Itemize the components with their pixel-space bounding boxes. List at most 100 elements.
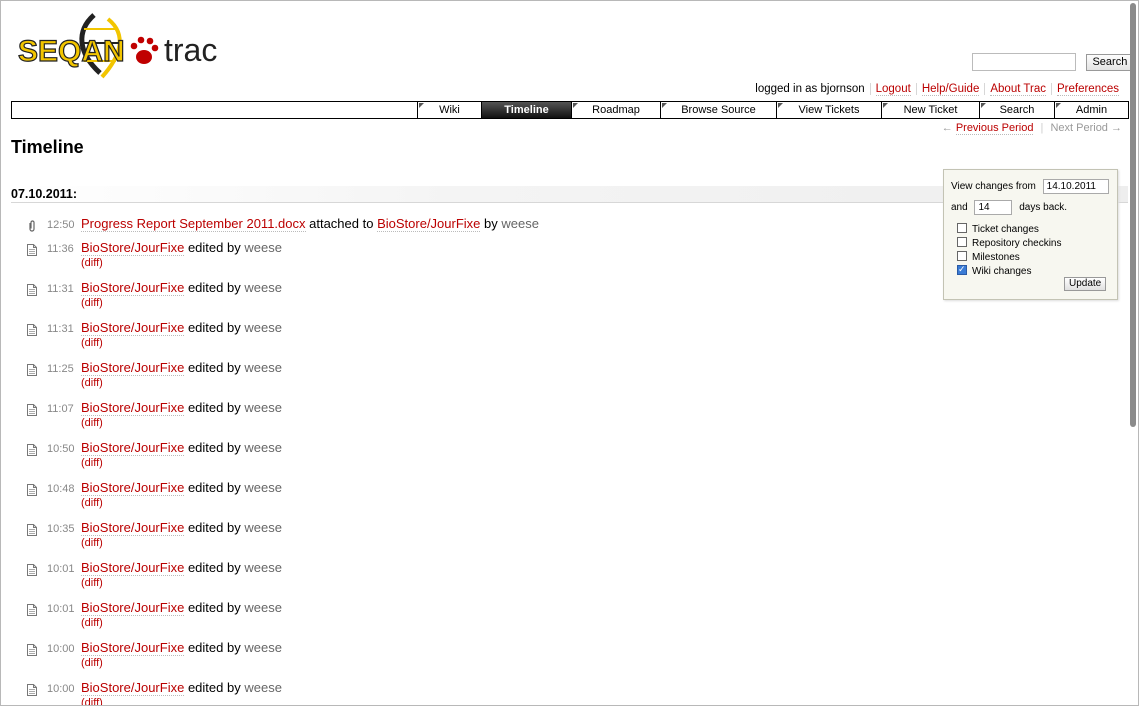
event-author: weese xyxy=(244,280,282,295)
event-author: weese xyxy=(244,640,282,655)
wiki-page-icon xyxy=(27,603,37,616)
tab-admin[interactable]: Admin xyxy=(1054,102,1128,118)
diff-link[interactable]: (diff) xyxy=(81,377,103,389)
event-time: 10:35 xyxy=(47,523,75,535)
event-link[interactable]: BioStore/JourFixe xyxy=(81,480,185,496)
event-description: BioStore/JourFixe edited by weese xyxy=(81,360,282,376)
event-link[interactable]: BioStore/JourFixe xyxy=(81,280,185,296)
wiki-changes-checkbox[interactable] xyxy=(957,263,967,275)
scrollbar-thumb[interactable] xyxy=(1130,3,1136,427)
event-link[interactable]: BioStore/JourFixe xyxy=(81,680,185,696)
wiki-page-icon xyxy=(27,363,37,376)
event-link[interactable]: BioStore/JourFixe xyxy=(81,360,185,376)
event-link[interactable]: BioStore/JourFixe xyxy=(81,640,185,656)
tab-timeline[interactable]: Timeline xyxy=(481,102,571,118)
timeline-event-wiki: 11:07 BioStore/JourFixe edited by weese (d… xyxy=(27,400,927,440)
event-action: edited by xyxy=(187,360,241,375)
filter-milestones[interactable]: Milestones xyxy=(957,251,1020,263)
wiki-page-icon xyxy=(27,683,37,696)
event-author: weese xyxy=(244,360,282,375)
event-author: weese xyxy=(501,216,539,231)
about-trac-link[interactable]: About Trac xyxy=(990,83,1046,96)
event-link[interactable]: BioStore/JourFixe xyxy=(81,440,185,456)
event-link[interactable]: BioStore/JourFixe xyxy=(81,600,185,616)
event-target-link[interactable]: BioStore/JourFixe xyxy=(377,216,481,232)
event-description: Progress Report September 2011.docx atta… xyxy=(81,216,539,232)
next-arrow-icon: → xyxy=(1111,122,1122,134)
timeline-event-wiki: 10:50 BioStore/JourFixe edited by weese (d… xyxy=(27,440,927,480)
previous-period-link[interactable]: Previous Period xyxy=(955,122,1034,135)
wiki-page-icon xyxy=(27,523,37,536)
event-author: weese xyxy=(244,600,282,615)
browser-page: SEQAN trac Search logged in as bjornson L… xyxy=(0,0,1139,706)
event-action: edited by xyxy=(187,400,241,415)
diff-link[interactable]: (diff) xyxy=(81,537,103,549)
event-link[interactable]: BioStore/JourFixe xyxy=(81,400,185,416)
tab-roadmap[interactable]: Roadmap xyxy=(571,102,660,118)
diff-link[interactable]: (diff) xyxy=(81,457,103,469)
search-input[interactable] xyxy=(972,53,1076,71)
ticket-changes-checkbox[interactable] xyxy=(957,223,967,233)
seqan-trac-logo[interactable]: SEQAN trac xyxy=(16,13,228,85)
vertical-scrollbar[interactable] xyxy=(1128,1,1138,705)
days-back-input[interactable] xyxy=(974,200,1013,215)
event-by: by xyxy=(484,216,498,231)
event-author: weese xyxy=(244,680,282,695)
wiki-page-icon xyxy=(27,563,37,576)
event-action: edited by xyxy=(187,520,241,535)
diff-link[interactable]: (diff) xyxy=(81,657,103,669)
logout-link[interactable]: Logout xyxy=(875,83,911,96)
event-link[interactable]: BioStore/JourFixe xyxy=(81,520,185,536)
event-author: weese xyxy=(244,560,282,575)
search-button[interactable]: Search xyxy=(1086,53,1134,71)
diff-link[interactable]: (diff) xyxy=(81,577,103,589)
tab-new-ticket[interactable]: New Ticket xyxy=(881,102,979,118)
event-action: attached to xyxy=(309,216,374,231)
event-author: weese xyxy=(244,440,282,455)
event-link[interactable]: BioStore/JourFixe xyxy=(81,320,185,336)
event-description: BioStore/JourFixe edited by weese xyxy=(81,560,282,576)
diff-link[interactable]: (diff) xyxy=(81,697,103,705)
tab-wiki[interactable]: Wiki xyxy=(417,102,481,118)
event-link[interactable]: Progress Report September 2011.docx xyxy=(81,216,306,232)
event-action: edited by xyxy=(187,600,241,615)
diff-link[interactable]: (diff) xyxy=(81,297,103,309)
event-time: 11:36 xyxy=(47,243,74,255)
event-time: 10:01 xyxy=(47,563,75,575)
search-form: Search xyxy=(972,53,1134,71)
event-description: BioStore/JourFixe edited by weese xyxy=(81,440,282,456)
wiki-page-icon xyxy=(27,643,37,656)
from-date-input[interactable] xyxy=(1042,179,1109,194)
tab-view-tickets[interactable]: View Tickets xyxy=(776,102,881,118)
event-link[interactable]: BioStore/JourFixe xyxy=(81,240,185,256)
diff-link[interactable]: (diff) xyxy=(81,337,103,349)
wiki-page-icon xyxy=(27,283,37,296)
timeline-events: 12:50 Progress Report September 2011.docx… xyxy=(27,216,927,705)
event-description: BioStore/JourFixe edited by weese xyxy=(81,320,282,336)
repository-checkins-checkbox[interactable] xyxy=(957,237,967,247)
filter-repository-checkins[interactable]: Repository checkins xyxy=(957,237,1061,249)
preferences-link[interactable]: Preferences xyxy=(1056,83,1119,96)
timeline-event-wiki: 10:00 BioStore/JourFixe edited by weese (d… xyxy=(27,640,927,680)
diff-link[interactable]: (diff) xyxy=(81,617,103,629)
diff-link[interactable]: (diff) xyxy=(81,257,103,269)
wiki-page-icon xyxy=(27,243,37,256)
filter-wiki-changes[interactable]: Wiki changes xyxy=(957,263,1031,277)
milestones-checkbox[interactable] xyxy=(957,251,967,261)
diff-link[interactable]: (diff) xyxy=(81,417,103,429)
view-changes-from-label: View changes from xyxy=(951,181,1036,193)
timeline-event-wiki: 11:25 BioStore/JourFixe edited by weese (d… xyxy=(27,360,927,400)
paperclip-icon xyxy=(27,219,37,232)
event-action: edited by xyxy=(187,640,241,655)
filter-ticket-changes[interactable]: Ticket changes xyxy=(957,223,1039,235)
event-time: 11:31 xyxy=(47,283,74,295)
tab-browse-source[interactable]: Browse Source xyxy=(660,102,776,118)
logged-in-label: logged in as bjornson xyxy=(755,83,865,95)
update-button[interactable]: Update xyxy=(1064,277,1107,291)
meta-navigation: logged in as bjornson Logout Help/Guide Abo… xyxy=(750,83,1124,96)
help-guide-link[interactable]: Help/Guide xyxy=(921,83,980,96)
event-link[interactable]: BioStore/JourFixe xyxy=(81,560,185,576)
tab-search[interactable]: Search xyxy=(979,102,1054,118)
diff-link[interactable]: (diff) xyxy=(81,497,103,509)
event-time: 11:25 xyxy=(47,363,74,375)
